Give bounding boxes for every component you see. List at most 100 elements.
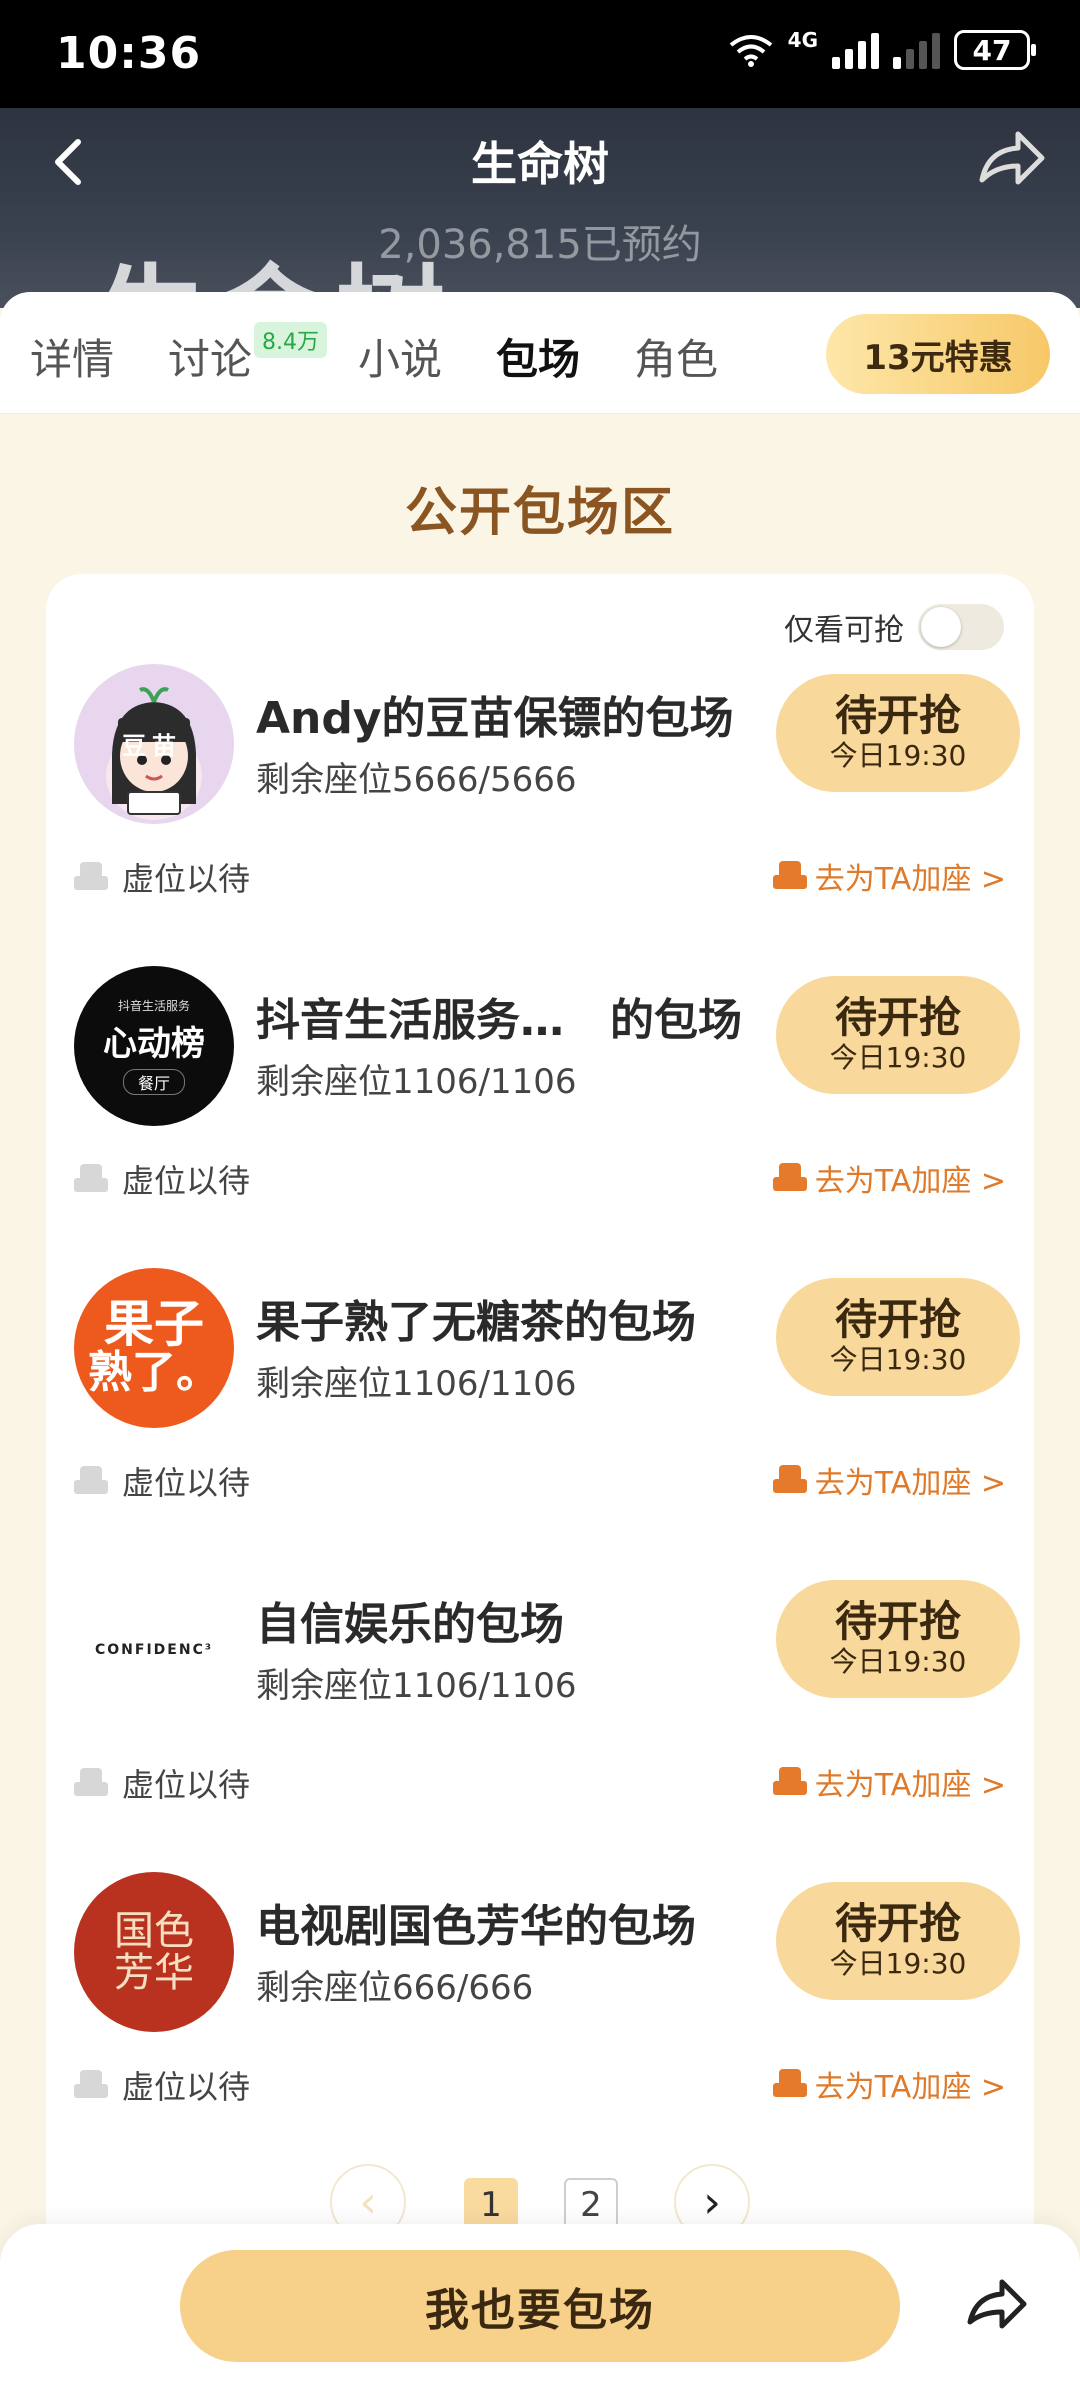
vacant-seat-status: 虚位以待 [74, 2062, 250, 2108]
seat-icon [772, 2069, 807, 2099]
seat-icon [74, 2070, 108, 2100]
battery-icon: 47 [954, 30, 1036, 70]
avatar: 豆苗 [74, 664, 234, 824]
grab-label: 待开抢 [834, 993, 961, 1043]
avatar-sub-text: 餐厅 [122, 1069, 185, 1095]
add-seat-link[interactable]: 去为TA加座 > [772, 1156, 1006, 1200]
discussion-count-badge: 8.4万 [254, 322, 327, 358]
screening-item[interactable]: 抖音生活服务 心动榜 餐厅 抖音生活服务… 的包场 剩余座位1106/1106 … [46, 966, 1034, 1266]
vacant-label: 虚位以待 [122, 1464, 251, 1502]
vacant-seat-status: 虚位以待 [74, 1156, 250, 1202]
screening-title: 抖音生活服务… 的包场 [256, 995, 742, 1046]
book-screening-button[interactable]: 我也要包场 [180, 2250, 900, 2362]
seat-icon [772, 861, 807, 891]
screening-item[interactable]: 国色芳华 电视剧国色芳华的包场 剩余座位666/666 待开抢 今日19:30 … [46, 1872, 1034, 2172]
avatar-text: 豆苗 [122, 732, 182, 760]
grab-time: 今日19:30 [829, 1947, 967, 1981]
network-type: 4G [787, 28, 818, 52]
vacant-seat-status: 虚位以待 [74, 1458, 250, 1504]
status-time: 10:36 [56, 28, 202, 79]
seat-icon [74, 1768, 108, 1798]
avatar: 国色芳华 [74, 1872, 234, 2032]
battery-level: 47 [972, 33, 1012, 67]
seat-icon [772, 1163, 807, 1193]
seat-icon [772, 1767, 807, 1797]
section-title: 公开包场区 [404, 483, 675, 543]
filter-available: 仅看可抢 [784, 604, 1004, 650]
grab-time: 今日19:30 [829, 1343, 967, 1377]
bottom-action-bar: 我也要包场 [0, 2224, 1080, 2388]
wifi-icon [729, 35, 772, 67]
remaining-seats: 剩余座位1106/1106 [256, 1062, 577, 1102]
screening-title: 果子熟了无糖茶的包场 [256, 1297, 696, 1348]
remaining-seats: 剩余座位666/666 [256, 1968, 534, 2008]
add-seat-label: 去为TA加座 > [814, 1466, 1006, 1501]
vacant-label: 虚位以待 [122, 1162, 251, 1200]
grab-label: 待开抢 [834, 691, 961, 741]
add-seat-link[interactable]: 去为TA加座 > [772, 854, 1006, 898]
screening-item[interactable]: 果子 熟了。 果子熟了无糖茶的包场 剩余座位1106/1106 待开抢 今日19… [46, 1268, 1034, 1568]
available-only-toggle[interactable] [918, 604, 1004, 650]
avatar: CONFIDENC³ [74, 1570, 234, 1730]
chevron-right-icon: › [703, 2176, 721, 2228]
share-icon[interactable] [964, 2274, 1030, 2334]
tab-characters[interactable]: 角色 [634, 326, 718, 387]
reservation-count: 2,036,815已预约 [378, 222, 702, 268]
grab-label: 待开抢 [834, 1295, 961, 1345]
promo-button[interactable]: 13元特惠 [826, 314, 1050, 394]
tab-discussion[interactable]: 讨论 [168, 326, 252, 387]
seat-icon [74, 1164, 108, 1194]
grab-button[interactable]: 待开抢 今日19:30 [776, 1882, 1020, 2000]
remaining-seats: 剩余座位1106/1106 [256, 1364, 577, 1404]
add-seat-link[interactable]: 去为TA加座 > [772, 1458, 1006, 1502]
tab-screening[interactable]: 包场 [496, 326, 580, 387]
movie-header: 生命树 生命树 2,036,815已预约 [0, 108, 1080, 308]
grab-button[interactable]: 待开抢 今日19:30 [776, 1278, 1020, 1396]
remaining-seats: 剩余座位5666/5666 [256, 760, 577, 800]
status-icons: 4G 47 [728, 28, 1036, 70]
vacant-seat-status: 虚位以待 [74, 1760, 250, 1806]
add-seat-link[interactable]: 去为TA加座 > [772, 2062, 1006, 2106]
grab-time: 今日19:30 [829, 1645, 967, 1679]
signal-icon [832, 31, 879, 69]
grab-button[interactable]: 待开抢 今日19:30 [776, 1580, 1020, 1698]
add-seat-link[interactable]: 去为TA加座 > [772, 1760, 1006, 1804]
grab-label: 待开抢 [834, 1899, 961, 1949]
screening-item[interactable]: 豆苗 Andy的豆苗保镖的包场 剩余座位5666/5666 待开抢 今日19:3… [46, 664, 1034, 964]
grab-time: 今日19:30 [829, 739, 967, 773]
seat-icon [772, 1465, 807, 1495]
seat-icon [74, 862, 108, 892]
filter-label: 仅看可抢 [784, 613, 904, 648]
avatar-text-line2: 熟了。 [88, 1346, 220, 1398]
add-seat-label: 去为TA加座 > [814, 1164, 1006, 1199]
share-icon[interactable] [974, 124, 1050, 194]
avatar-small-text: 抖音生活服务 [117, 999, 190, 1013]
avatar-text: 国色芳华 [114, 1908, 194, 1996]
seat-icon [74, 1466, 108, 1496]
avatar-text-line1: 果子 [104, 1294, 204, 1353]
avatar: 抖音生活服务 心动榜 餐厅 [74, 966, 234, 1126]
status-bar: 10:36 4G 47 [0, 0, 1080, 108]
add-seat-label: 去为TA加座 > [814, 862, 1006, 897]
grab-label: 待开抢 [834, 1597, 961, 1647]
chevron-left-icon: ‹ [359, 2176, 377, 2228]
tab-novel[interactable]: 小说 [358, 326, 442, 387]
grab-button[interactable]: 待开抢 今日19:30 [776, 674, 1020, 792]
grab-time: 今日19:30 [829, 1041, 967, 1075]
screening-title: 自信娱乐的包场 [256, 1599, 564, 1650]
remaining-seats: 剩余座位1106/1106 [256, 1666, 577, 1706]
signal-off-icon [893, 31, 940, 69]
screening-list-card: 仅看可抢 豆苗 Andy的豆苗保镖的包场 剩余座位5666/5666 待开抢 今… [46, 574, 1034, 2314]
vacant-label: 虚位以待 [122, 1766, 251, 1804]
avatar: 果子 熟了。 [74, 1268, 234, 1428]
screening-title: Andy的豆苗保镖的包场 [256, 693, 734, 744]
tab-bar: 详情 讨论 8.4万 小说 包场 角色 13元特惠 [0, 292, 1080, 414]
add-seat-label: 去为TA加座 > [814, 2070, 1006, 2105]
page-title: 生命树 [471, 137, 609, 191]
vacant-label: 虚位以待 [122, 860, 251, 898]
add-seat-label: 去为TA加座 > [814, 1768, 1006, 1803]
grab-button[interactable]: 待开抢 今日19:30 [776, 976, 1020, 1094]
screening-item[interactable]: CONFIDENC³ 自信娱乐的包场 剩余座位1106/1106 待开抢 今日1… [46, 1570, 1034, 1870]
avatar-main-text: 心动榜 [103, 1024, 205, 1064]
tab-details[interactable]: 详情 [30, 326, 114, 387]
